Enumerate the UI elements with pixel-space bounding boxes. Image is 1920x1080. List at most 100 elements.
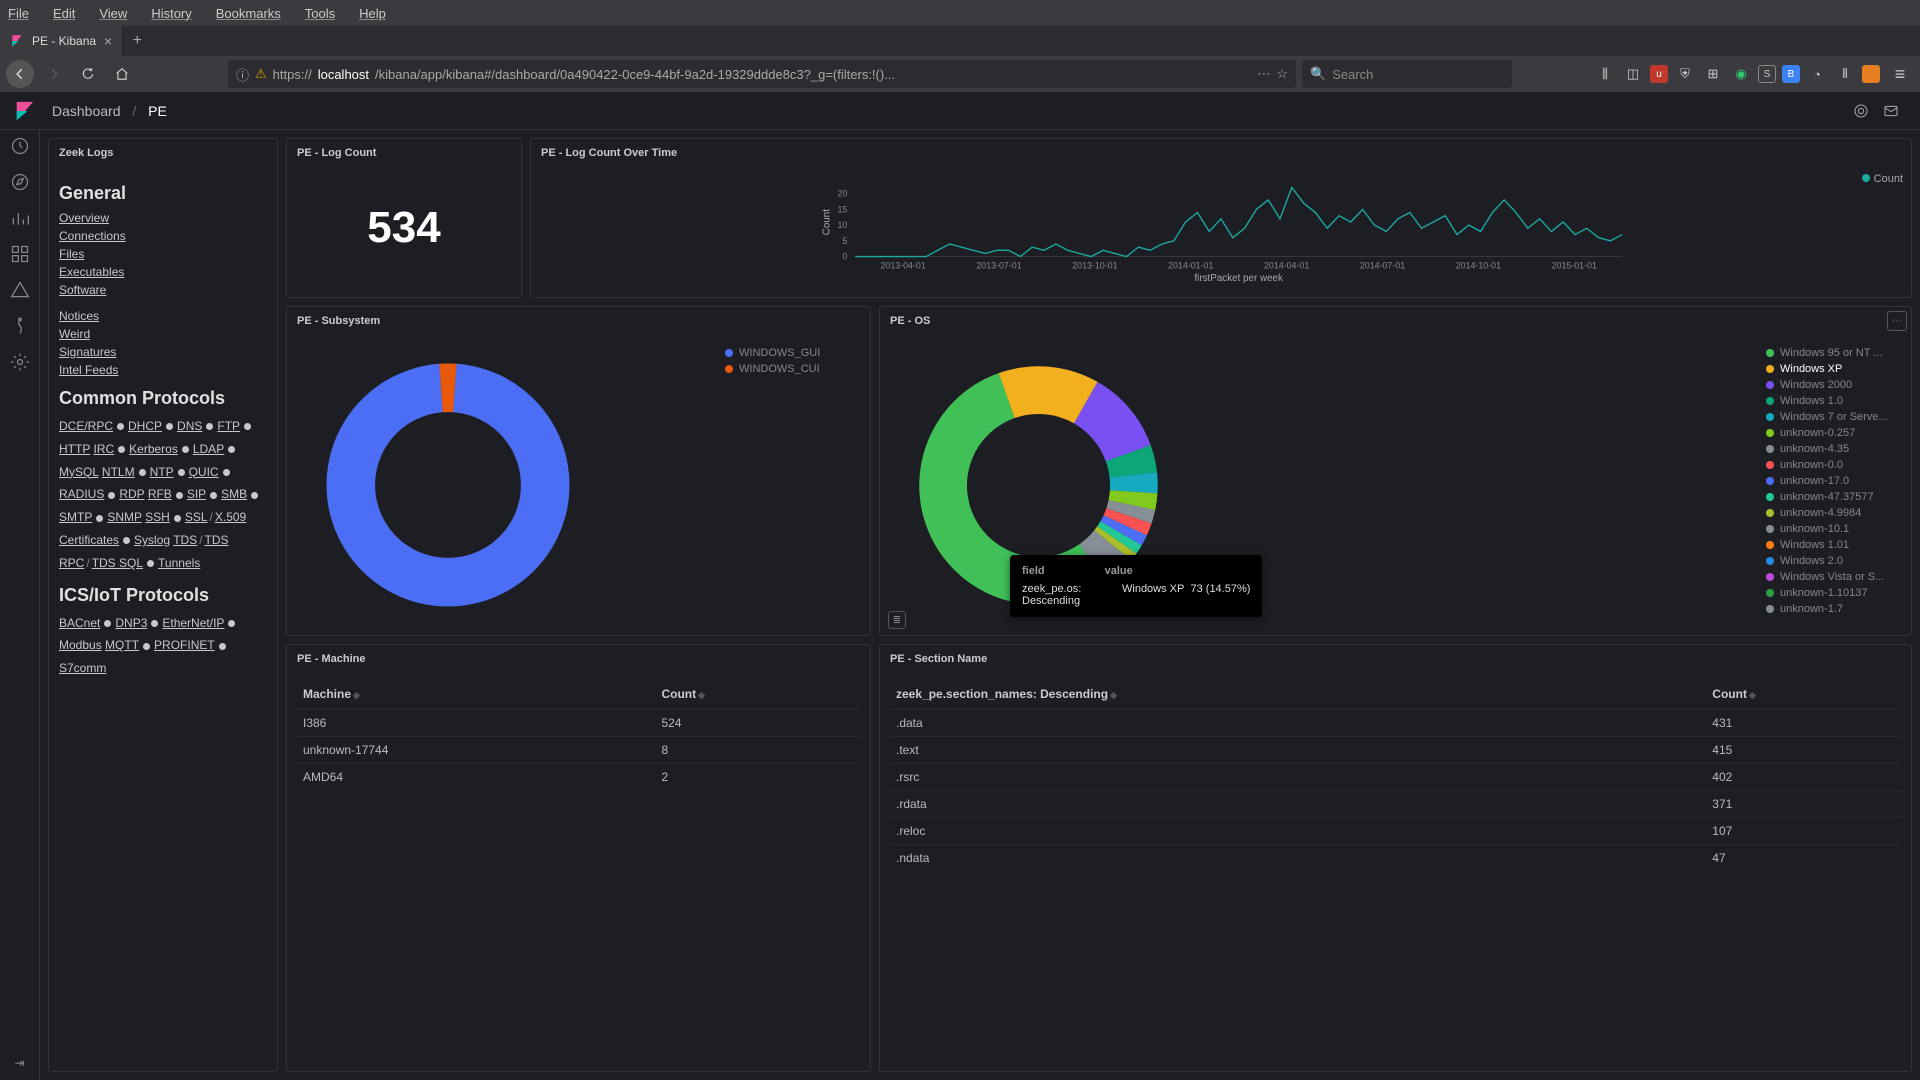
chart-area[interactable]: Count 05101520Count2013-04-012013-07-012… <box>531 167 1911 297</box>
legend-item[interactable]: unknown-4.9984 <box>1766 505 1901 521</box>
browser-menu-button[interactable]: ≡ <box>1886 64 1914 85</box>
line-chart[interactable]: 05101520Count2013-04-012013-07-012013-10… <box>541 173 1901 291</box>
sidebar-link[interactable]: Overview <box>59 210 267 226</box>
breadcrumb-root[interactable]: Dashboard <box>52 103 121 119</box>
panel-options-icon[interactable]: ⋯ <box>1887 311 1907 331</box>
table-header[interactable]: Count◆ <box>1706 679 1901 710</box>
legend-item[interactable]: unknown-10.1 <box>1766 521 1901 537</box>
ext-dice-icon[interactable]: ⊞ <box>1702 63 1724 85</box>
sidebar-link[interactable]: SIP <box>187 487 206 501</box>
menu-tools[interactable]: Tools <box>305 6 335 21</box>
legend-item[interactable]: Windows 1.01 <box>1766 537 1901 553</box>
ext-ublock-icon[interactable]: u <box>1650 65 1668 83</box>
sidebar-link[interactable]: SNMP <box>107 510 141 524</box>
kibana-logo[interactable] <box>14 100 36 122</box>
legend-item[interactable]: unknown-1.10137 <box>1766 585 1901 601</box>
chart-legend[interactable]: Windows 95 or NT ...Windows XPWindows 20… <box>1766 341 1901 629</box>
sidebar-link[interactable]: DNP3 <box>115 616 147 630</box>
table-row[interactable]: .rsrc402 <box>890 764 1901 791</box>
ext-shield-icon[interactable]: ⛨ <box>1674 63 1696 85</box>
ext-sidebar-icon[interactable]: ◫ <box>1622 63 1644 85</box>
sidebar-link[interactable]: QUIC <box>189 465 219 479</box>
data-table[interactable]: Machine◆Count◆I386524unknown-177448AMD64… <box>297 679 860 790</box>
rail-dashboard-icon[interactable] <box>10 244 30 264</box>
chart-legend[interactable]: Count <box>1862 173 1903 185</box>
table-header[interactable]: Count◆ <box>655 679 860 710</box>
sidebar-link[interactable]: HTTP <box>59 442 90 456</box>
table-row[interactable]: unknown-177448 <box>297 737 860 764</box>
sidebar-link[interactable]: NTP <box>150 465 174 479</box>
table-row[interactable]: .ndata47 <box>890 845 1901 872</box>
rail-alert-icon[interactable] <box>10 280 30 300</box>
sidebar-link[interactable]: Syslog <box>134 533 170 547</box>
sidebar-link[interactable]: EtherNet/IP <box>162 616 224 630</box>
legend-item[interactable]: Windows 7 or Serve... <box>1766 409 1901 425</box>
sidebar-link[interactable]: S7comm <box>59 661 106 675</box>
back-button[interactable] <box>6 60 34 88</box>
reload-button[interactable] <box>74 60 102 88</box>
new-tab-button[interactable]: + <box>123 27 151 55</box>
donut-chart[interactable]: fieldvalue zeek_pe.os: DescendingWindows… <box>906 341 1766 629</box>
sidebar-link[interactable]: BACnet <box>59 616 100 630</box>
sidebar-link[interactable]: Signatures <box>59 344 267 360</box>
sidebar-link[interactable]: LDAP <box>193 442 224 456</box>
donut-chart[interactable] <box>313 341 725 629</box>
sidebar-link[interactable]: DNS <box>177 419 202 433</box>
menu-bookmarks[interactable]: Bookmarks <box>216 6 281 21</box>
rail-settings-icon[interactable] <box>10 352 30 372</box>
ext-orange-icon[interactable] <box>1862 65 1880 83</box>
ext-circle-icon[interactable]: ◉ <box>1730 63 1752 85</box>
sidebar-link[interactable]: NTLM <box>102 465 135 479</box>
menu-history[interactable]: History <box>151 6 191 21</box>
menu-help[interactable]: Help <box>359 6 386 21</box>
sidebar-link[interactable]: FTP <box>217 419 240 433</box>
ellipsis-icon[interactable]: ⋯ <box>1257 66 1270 82</box>
legend-item[interactable]: unknown-1.7 <box>1766 601 1901 617</box>
legend-item[interactable]: Windows XP <box>1766 361 1901 377</box>
sidebar-link[interactable]: RADIUS <box>59 487 104 501</box>
legend-item[interactable]: unknown-17.0 <box>1766 473 1901 489</box>
table-header[interactable]: Machine◆ <box>297 679 655 710</box>
header-mail-icon[interactable] <box>1876 96 1906 126</box>
table-row[interactable]: AMD642 <box>297 764 860 791</box>
rail-recent-icon[interactable] <box>10 136 30 156</box>
sidebar-link[interactable]: TDS <box>173 533 197 547</box>
sidebar-link[interactable]: RDP <box>119 487 144 501</box>
browser-tab[interactable]: PE - Kibana × <box>0 26 123 56</box>
legend-item[interactable]: WINDOWS_GUI <box>725 345 860 361</box>
sidebar-link[interactable]: PROFINET <box>154 638 215 652</box>
sidebar-link[interactable]: SMB <box>221 487 247 501</box>
sidebar-link[interactable]: Software <box>59 282 267 298</box>
legend-item[interactable]: unknown-47.37577 <box>1766 489 1901 505</box>
rail-ml-icon[interactable] <box>10 316 30 336</box>
table-row[interactable]: .text415 <box>890 737 1901 764</box>
ext-b-icon[interactable]: B <box>1782 65 1800 83</box>
sidebar-link[interactable]: DCE/RPC <box>59 419 113 433</box>
ext-library-icon[interactable]: ⫼ <box>1594 63 1616 85</box>
browser-search[interactable]: 🔍 Search <box>1302 60 1512 88</box>
sidebar-link[interactable]: SMTP <box>59 510 92 524</box>
sidebar-link[interactable]: Modbus <box>59 638 102 652</box>
rail-visualize-icon[interactable] <box>10 208 30 228</box>
rail-discover-icon[interactable] <box>10 172 30 192</box>
legend-item[interactable]: Windows 2000 <box>1766 377 1901 393</box>
sidebar-link[interactable]: Kerberos <box>129 442 178 456</box>
table-row[interactable]: .reloc107 <box>890 818 1901 845</box>
data-table[interactable]: zeek_pe.section_names: Descending◆Count◆… <box>890 679 1901 871</box>
rail-expand-icon[interactable]: ⇥ <box>14 1056 24 1070</box>
sidebar-link[interactable]: MQTT <box>105 638 139 652</box>
legend-item[interactable]: WINDOWS_CUI <box>725 361 860 377</box>
legend-item[interactable]: unknown-4.35 <box>1766 441 1901 457</box>
menu-file[interactable]: File <box>8 6 29 21</box>
sidebar-link[interactable]: SSH <box>145 510 170 524</box>
header-feed-icon[interactable] <box>1846 96 1876 126</box>
ext-s-icon[interactable]: S <box>1758 65 1776 83</box>
tab-close-icon[interactable]: × <box>104 33 112 49</box>
chart-legend[interactable]: WINDOWS_GUIWINDOWS_CUI <box>725 341 860 629</box>
sidebar-link[interactable]: Executables <box>59 264 267 280</box>
table-header[interactable]: zeek_pe.section_names: Descending◆ <box>890 679 1706 710</box>
legend-item[interactable]: unknown-0.257 <box>1766 425 1901 441</box>
sidebar-link[interactable]: RFB <box>148 487 172 501</box>
sidebar-link[interactable]: IRC <box>93 442 114 456</box>
legend-item[interactable]: Windows 95 or NT ... <box>1766 345 1901 361</box>
